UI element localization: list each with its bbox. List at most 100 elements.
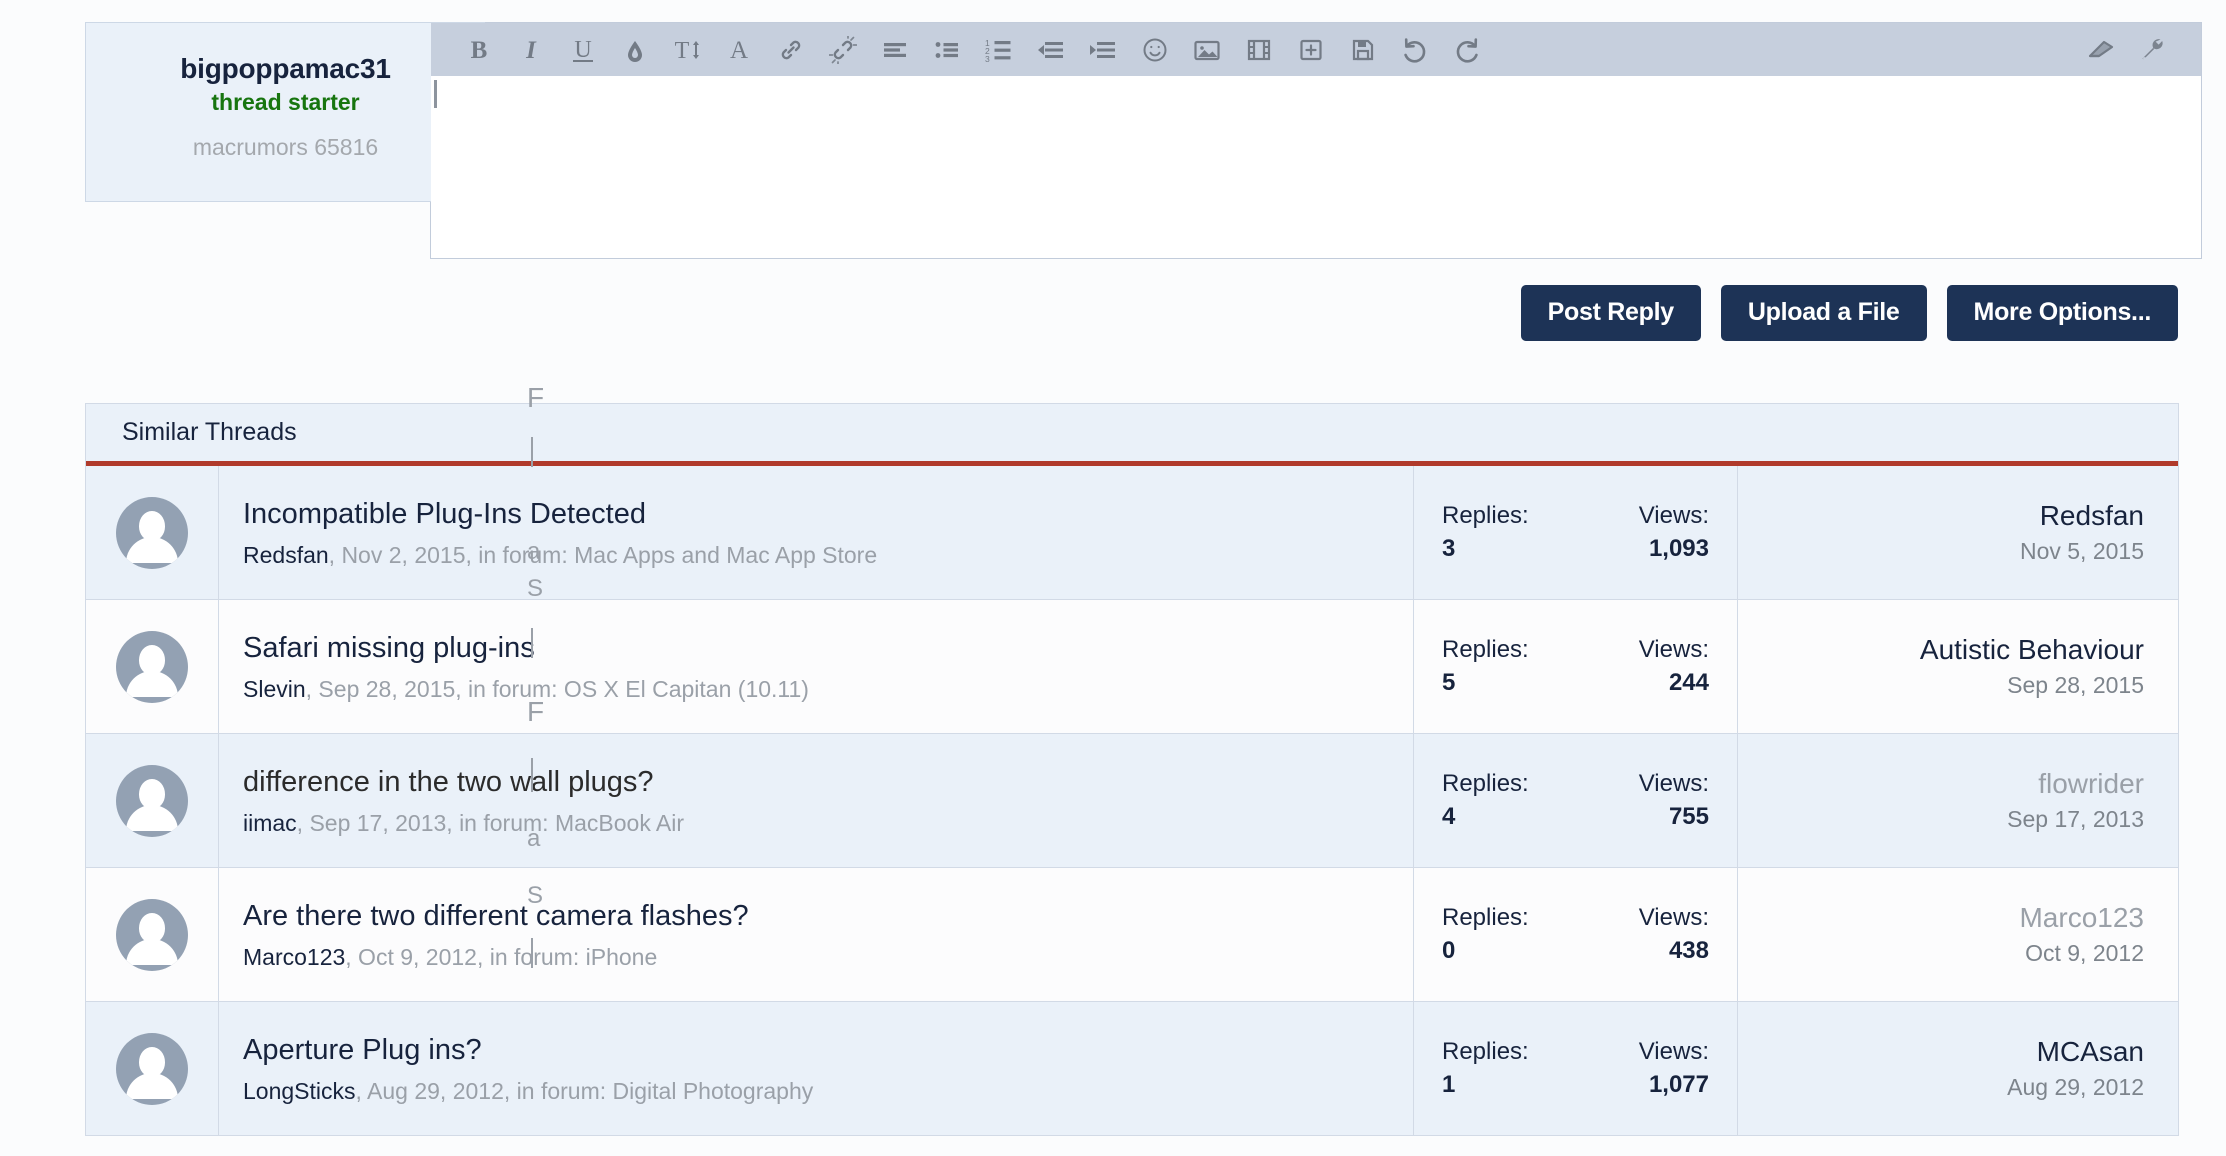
text-color-icon[interactable] bbox=[609, 28, 661, 72]
font-size-icon[interactable]: T bbox=[661, 28, 713, 72]
views-label: Views: bbox=[1638, 636, 1709, 663]
last-post-date: Sep 17, 2013 bbox=[2007, 806, 2144, 833]
thread-title-link[interactable]: Aperture Plug ins? bbox=[243, 1032, 1413, 1068]
last-post-cell: MCAsan Aug 29, 2012 bbox=[1738, 1002, 2178, 1135]
thread-meta: Slevin, Sep 28, 2015, in forum: OS X El … bbox=[243, 675, 1413, 704]
thread-meta-rest: , Aug 29, 2012, in forum: Digital Photog… bbox=[355, 1077, 814, 1104]
table-row[interactable]: Aperture Plug ins? LongSticks, Aug 29, 20… bbox=[86, 1002, 2178, 1136]
unlink-icon[interactable] bbox=[817, 28, 869, 72]
thread-title-link[interactable]: Incompatible Plug-Ins Detected bbox=[243, 496, 1413, 532]
thread-stats-cell: Replies: Views: 0 438 bbox=[1414, 868, 1738, 1001]
views-value: 755 bbox=[1668, 803, 1709, 830]
table-row[interactable]: Are there two different camera flashes? M… bbox=[86, 868, 2178, 1002]
table-row[interactable]: Safari missing plug-ins Slevin, Sep 28, 2… bbox=[86, 600, 2178, 734]
thread-starter-badge: thread starter bbox=[211, 89, 360, 116]
last-post-user[interactable]: Redsfan bbox=[1738, 499, 2144, 533]
replies-label: Replies: bbox=[1442, 636, 1529, 663]
last-post-cell: Autistic Behaviour Sep 28, 2015 bbox=[1738, 600, 2178, 733]
replies-label: Replies: bbox=[1442, 770, 1529, 797]
last-post-date: Nov 5, 2015 bbox=[2019, 538, 2144, 565]
views-label: Views: bbox=[1638, 502, 1709, 529]
upload-file-button[interactable]: Upload a File bbox=[1720, 285, 1927, 341]
bbcode-toggle-icon[interactable] bbox=[2127, 28, 2179, 72]
thread-stats-cell: Replies: Views: 1 1,077 bbox=[1414, 1002, 1738, 1135]
thread-title-cell: Aperture Plug ins? LongSticks, Aug 29, 20… bbox=[219, 1002, 1414, 1135]
svg-text:A: A bbox=[730, 37, 748, 64]
thread-stats-cell: Replies: Views: 3 1,093 bbox=[1414, 466, 1738, 599]
last-post-cell: Redsfan Nov 5, 2015 bbox=[1738, 466, 2178, 599]
svg-text:3: 3 bbox=[985, 54, 990, 64]
thread-title-cell: Are there two different camera flashes? M… bbox=[219, 868, 1414, 1001]
views-value: 1,093 bbox=[1648, 535, 1709, 562]
underline-icon[interactable]: U bbox=[557, 28, 609, 72]
replies-label: Replies: bbox=[1442, 904, 1529, 931]
thread-meta-rest: , Nov 2, 2015, in forum: Mac Apps and Ma… bbox=[328, 541, 878, 568]
align-icon[interactable] bbox=[869, 28, 921, 72]
table-row[interactable]: difference in the two wall plugs? iimac, … bbox=[86, 734, 2178, 868]
indent-icon[interactable] bbox=[1077, 28, 1129, 72]
last-post-user[interactable]: MCAsan bbox=[1738, 1035, 2144, 1069]
author-rank: macrumors 65816 bbox=[192, 133, 379, 160]
svg-text:I: I bbox=[525, 37, 537, 64]
undo-icon[interactable] bbox=[1389, 28, 1441, 72]
replies-label: Replies: bbox=[1442, 1038, 1529, 1065]
thread-meta: Marco123, Oct 9, 2012, in forum: iPhone bbox=[243, 943, 1413, 972]
avatar-cell bbox=[86, 1002, 219, 1135]
thread-meta: LongSticks, Aug 29, 2012, in forum: Digi… bbox=[243, 1077, 1413, 1106]
link-icon[interactable] bbox=[765, 28, 817, 72]
thread-meta: Redsfan, Nov 2, 2015, in forum: Mac Apps… bbox=[243, 541, 1413, 570]
svg-text:U: U bbox=[574, 37, 591, 63]
thread-title-cell: Safari missing plug-ins Slevin, Sep 28, 2… bbox=[219, 600, 1414, 733]
italic-icon[interactable]: I bbox=[505, 28, 557, 72]
thread-author-link[interactable]: iimac bbox=[243, 810, 297, 836]
post-reply-button[interactable]: Post Reply bbox=[1520, 285, 1701, 341]
last-post-date: Sep 28, 2015 bbox=[2007, 672, 2144, 699]
svg-text:B: B bbox=[471, 37, 488, 64]
font-family-icon[interactable]: A bbox=[713, 28, 765, 72]
reply-composer-area: bigpoppamac31 thread starter macrumors 6… bbox=[0, 0, 2226, 341]
author-column: bigpoppamac31 thread starter macrumors 6… bbox=[0, 22, 511, 341]
thread-author-link[interactable]: LongSticks bbox=[243, 1078, 356, 1104]
last-post-user[interactable]: flowrider bbox=[1738, 767, 2144, 801]
thread-meta: iimac, Sep 17, 2013, in forum: MacBook A… bbox=[243, 809, 1413, 838]
avatar[interactable] bbox=[116, 898, 188, 971]
avatar[interactable] bbox=[116, 764, 188, 837]
avatar-cell bbox=[86, 466, 219, 599]
author-username[interactable]: bigpoppamac31 bbox=[112, 53, 459, 85]
numbered-list-icon[interactable]: 123 bbox=[973, 28, 1025, 72]
thread-author-link[interactable]: Slevin bbox=[243, 676, 306, 702]
views-label: Views: bbox=[1638, 904, 1709, 931]
media-icon[interactable] bbox=[1233, 28, 1285, 72]
avatar[interactable] bbox=[116, 630, 188, 703]
avatar[interactable] bbox=[116, 1032, 188, 1105]
bold-icon[interactable]: B bbox=[453, 28, 505, 72]
last-post-user[interactable]: Autistic Behaviour bbox=[1738, 633, 2144, 667]
more-options-button[interactable]: More Options... bbox=[1946, 285, 2178, 341]
thread-title-link[interactable]: difference in the two wall plugs? bbox=[243, 764, 1413, 800]
outdent-icon[interactable] bbox=[1025, 28, 1077, 72]
similar-threads-heading: Similar Threads bbox=[86, 404, 2178, 466]
image-icon[interactable] bbox=[1181, 28, 1233, 72]
smilie-icon[interactable] bbox=[1129, 28, 1181, 72]
draft-save-icon[interactable] bbox=[1337, 28, 1389, 72]
views-label: Views: bbox=[1638, 1038, 1709, 1065]
last-post-date: Oct 9, 2012 bbox=[2025, 940, 2144, 967]
replies-value: 3 bbox=[1442, 535, 1456, 562]
editor-toolbar: B I U T A 1 2 3 bbox=[431, 23, 2201, 76]
editor-text-area[interactable] bbox=[431, 76, 2201, 258]
avatar[interactable] bbox=[116, 496, 188, 569]
thread-author-link[interactable]: Marco123 bbox=[243, 944, 345, 970]
table-row[interactable]: Incompatible Plug-Ins Detected Redsfan, N… bbox=[86, 466, 2178, 600]
redo-icon[interactable] bbox=[1441, 28, 1493, 72]
avatar-cell bbox=[86, 600, 219, 733]
remove-formatting-icon[interactable] bbox=[2075, 28, 2127, 72]
replies-value: 4 bbox=[1442, 803, 1456, 830]
insert-icon[interactable] bbox=[1285, 28, 1337, 72]
thread-author-link[interactable]: Redsfan bbox=[243, 542, 329, 568]
thread-title-link[interactable]: Are there two different camera flashes? bbox=[243, 898, 1413, 934]
avatar-cell bbox=[86, 734, 219, 867]
thread-meta-rest: , Sep 28, 2015, in forum: OS X El Capita… bbox=[305, 675, 809, 702]
thread-title-link[interactable]: Safari missing plug-ins bbox=[243, 630, 1413, 666]
bullet-list-icon[interactable] bbox=[921, 28, 973, 72]
last-post-user[interactable]: Marco123 bbox=[1738, 901, 2144, 935]
